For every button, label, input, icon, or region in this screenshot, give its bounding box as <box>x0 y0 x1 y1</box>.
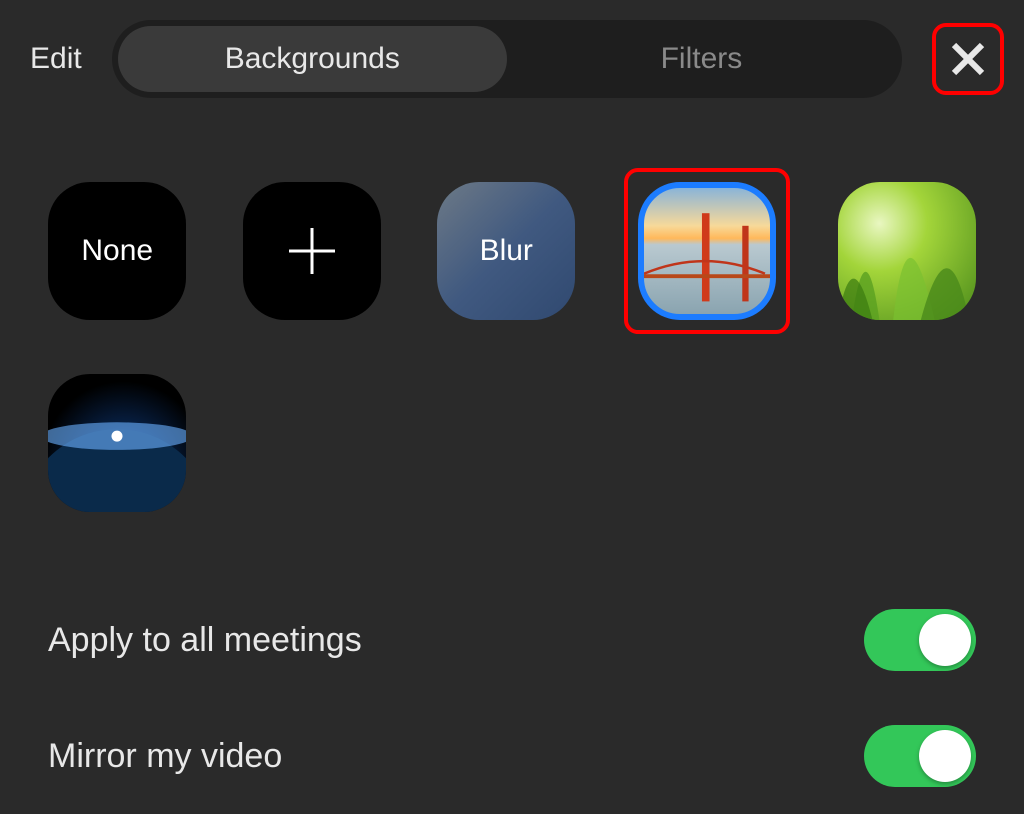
background-add[interactable] <box>243 182 381 320</box>
plus-icon <box>289 228 335 274</box>
mirror-label: Mirror my video <box>48 737 282 776</box>
grass-thumbnail <box>838 182 976 320</box>
bridge-thumbnail <box>644 188 770 314</box>
apply-all-toggle[interactable] <box>864 609 976 671</box>
apply-all-label: Apply to all meetings <box>48 621 362 660</box>
edit-link[interactable]: Edit <box>30 42 82 76</box>
close-button[interactable] <box>932 23 1004 95</box>
backgrounds-grid: None Blur <box>0 98 1024 542</box>
mirror-toggle[interactable] <box>864 725 976 787</box>
background-none[interactable]: None <box>48 182 186 320</box>
background-image-bridge[interactable] <box>638 182 776 320</box>
toggle-knob <box>919 730 971 782</box>
none-label: None <box>81 234 153 268</box>
selected-highlight <box>624 168 790 334</box>
background-image-earth[interactable] <box>48 374 186 512</box>
setting-apply-all: Apply to all meetings <box>48 582 976 698</box>
setting-mirror: Mirror my video <box>48 698 976 814</box>
tab-backgrounds[interactable]: Backgrounds <box>118 26 507 92</box>
background-image-grass[interactable] <box>838 182 976 320</box>
background-blur[interactable]: Blur <box>437 182 575 320</box>
segmented-control: Backgrounds Filters <box>112 20 902 98</box>
toggle-knob <box>919 614 971 666</box>
close-icon <box>947 38 989 80</box>
settings-section: Apply to all meetings Mirror my video <box>0 542 1024 814</box>
blur-label: Blur <box>480 234 533 268</box>
earth-thumbnail <box>48 374 186 512</box>
tab-filters[interactable]: Filters <box>507 26 896 92</box>
